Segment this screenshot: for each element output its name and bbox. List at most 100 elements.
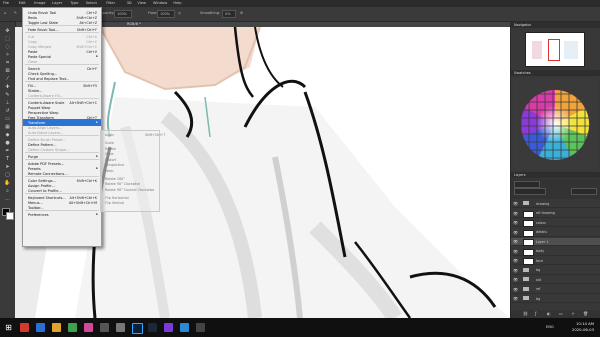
transform-item-again[interactable]: Again — [105, 133, 114, 137]
transform-item-distort[interactable]: Distort — [105, 158, 116, 162]
new-group-icon[interactable]: ▭ — [559, 311, 563, 316]
eyedropper-tool-icon[interactable]: ⁄ — [3, 76, 12, 83]
menu-layer[interactable]: Layer — [52, 1, 62, 5]
menu-select[interactable]: Select — [86, 1, 97, 5]
visibility-eye-icon[interactable]: 👁 — [513, 277, 518, 282]
menu-window[interactable]: Window — [153, 1, 167, 5]
transform-item-rotate[interactable]: Rotate — [105, 147, 116, 151]
layers-panel-header[interactable]: Layers — [511, 172, 600, 178]
layer-row-details[interactable]: 👁 details — [511, 229, 600, 237]
frame-tool-icon[interactable]: ⊠ — [3, 68, 12, 75]
system-clock[interactable]: 10:14 AM 2020-06-03 — [572, 321, 594, 333]
smoothing-field[interactable]: 0% — [222, 10, 236, 18]
layer-row-colors[interactable]: 👁 colors — [511, 219, 600, 227]
visibility-eye-icon[interactable]: 👁 — [513, 220, 518, 225]
gradient-tool-icon[interactable]: ▦ — [3, 124, 12, 131]
layer-row-drawing[interactable]: 👁 drawing — [511, 200, 600, 208]
photoshop-taskbar-icon[interactable] — [132, 323, 143, 334]
airbrush-icon[interactable]: ◎ — [178, 11, 181, 15]
menu-filter[interactable]: Filter — [106, 1, 115, 5]
path-select-icon[interactable]: ➤ — [3, 164, 12, 171]
transform-item-perspective[interactable]: Perspective — [105, 163, 124, 167]
visibility-eye-icon[interactable]: 👁 — [513, 249, 518, 254]
shape-tool-icon[interactable]: ▢ — [3, 172, 12, 179]
fx-icon[interactable]: ƒ — [535, 311, 536, 316]
taskbar-app-9-icon[interactable] — [196, 323, 205, 332]
taskbar-app-5-icon[interactable] — [100, 323, 109, 332]
opacity-field[interactable]: 100% — [114, 10, 132, 18]
hand-tool-icon[interactable]: ✋ — [3, 180, 12, 187]
menu-view[interactable]: View — [137, 1, 146, 5]
visibility-eye-icon[interactable]: 👁 — [513, 268, 518, 273]
taskbar-app-8-icon[interactable] — [180, 323, 189, 332]
menu-image[interactable]: Image — [34, 1, 45, 5]
windows-start-icon[interactable]: ⊞ — [4, 323, 13, 332]
layer-row-ref[interactable]: 👁 ref — [511, 286, 600, 294]
new-layer-icon[interactable]: ＋ — [571, 311, 575, 317]
move-tool-icon[interactable]: ✥ — [3, 28, 12, 35]
transform-item-rotate-90-counter-clockwise[interactable]: Rotate 90° Counter Clockwise — [105, 188, 154, 192]
transform-item-scale[interactable]: Scale — [105, 141, 114, 145]
healing-tool-icon[interactable]: ✚ — [3, 84, 12, 91]
layer-row-body[interactable]: 👁 body — [511, 248, 600, 256]
settings-gear-icon[interactable]: ⚙ — [240, 11, 243, 15]
trash-icon[interactable]: 🗑 — [583, 311, 588, 316]
blur-tool-icon[interactable]: ◆ — [3, 132, 12, 139]
brush-tool-icon[interactable]: ✎ — [3, 92, 12, 99]
layer-opacity-field[interactable] — [571, 188, 597, 195]
transform-item-flip-horizontal[interactable]: Flip Horizontal — [105, 196, 129, 200]
transform-item-rotate-90-clockwise[interactable]: Rotate 90° Clockwise — [105, 182, 140, 186]
visibility-eye-icon[interactable]: 👁 — [513, 287, 518, 292]
edit-menu-item-preferences[interactable]: Preferences ▸ — [23, 211, 101, 218]
transform-item-skew[interactable]: Skew — [105, 152, 114, 156]
background-color-swatch[interactable] — [6, 212, 14, 220]
taskbar-app-6-icon[interactable] — [116, 323, 125, 332]
stamp-tool-icon[interactable]: ⊥ — [3, 100, 12, 107]
navigator-view-box[interactable] — [548, 39, 560, 61]
layer-row-layer-1[interactable]: 👁 Layer 1 — [511, 238, 600, 246]
lasso-tool-icon[interactable]: ◌ — [3, 44, 12, 51]
menu-edit[interactable]: Edit — [19, 1, 26, 5]
home-icon[interactable]: ⌂ — [4, 11, 6, 15]
layer-row-bg[interactable]: 👁 bg — [511, 267, 600, 275]
type-tool-icon[interactable]: T — [3, 156, 12, 163]
navigator-preview[interactable] — [525, 32, 585, 67]
menu-help[interactable]: Help — [173, 1, 181, 5]
taskbar-app-7-icon[interactable] — [164, 323, 173, 332]
crop-tool-icon[interactable]: ⌗ — [3, 60, 12, 67]
history-brush-icon[interactable]: ↺ — [3, 108, 12, 115]
menu-file[interactable]: File — [3, 1, 9, 5]
flow-field[interactable]: 100% — [157, 10, 175, 18]
transform-item-flip-vertical[interactable]: Flip Vertical — [105, 201, 124, 205]
visibility-eye-icon[interactable]: 👁 — [513, 211, 518, 216]
more-tools-icon[interactable]: … — [3, 196, 12, 203]
menu-3d[interactable]: 3D — [127, 1, 132, 5]
quick-select-tool-icon[interactable]: ✧ — [3, 52, 12, 59]
marquee-tool-icon[interactable]: ⬚ — [3, 36, 12, 43]
navigator-panel-header[interactable]: Navigator — [511, 22, 600, 28]
language-indicator[interactable]: ENG — [546, 325, 554, 329]
blend-mode-select[interactable] — [514, 188, 546, 195]
taskbar-app-2-icon[interactable] — [36, 323, 45, 332]
layer-row-face[interactable]: 👁 face — [511, 257, 600, 265]
swatches-grid[interactable] — [513, 78, 597, 170]
zoom-tool-icon[interactable]: ⌕ — [3, 188, 12, 195]
menu-type[interactable]: Type — [70, 1, 78, 5]
brush-tool-icon[interactable]: ✎ — [14, 11, 17, 15]
visibility-eye-icon[interactable]: 👁 — [513, 258, 518, 263]
layer-row-ref-drawing[interactable]: 👁 ref drawing — [511, 210, 600, 218]
taskbar-app-4-icon[interactable] — [84, 323, 93, 332]
layer-filter-select[interactable] — [514, 181, 540, 188]
file-explorer-icon[interactable] — [52, 323, 61, 332]
visibility-eye-icon[interactable]: 👁 — [513, 230, 518, 235]
taskbar-app-1-icon[interactable] — [20, 323, 29, 332]
visibility-eye-icon[interactable]: 👁 — [513, 201, 518, 206]
dodge-tool-icon[interactable]: ● — [3, 140, 12, 147]
transform-item-rotate-180[interactable]: Rotate 180° — [105, 177, 125, 181]
layer-row-bg[interactable]: 👁 bg — [511, 295, 600, 303]
transform-item-warp[interactable]: Warp — [105, 169, 114, 173]
steam-taskbar-icon[interactable] — [148, 323, 157, 332]
mask-icon[interactable]: ◐ — [547, 311, 551, 316]
visibility-eye-icon[interactable]: 👁 — [513, 239, 518, 244]
swatches-panel-header[interactable]: Swatches — [511, 70, 600, 76]
